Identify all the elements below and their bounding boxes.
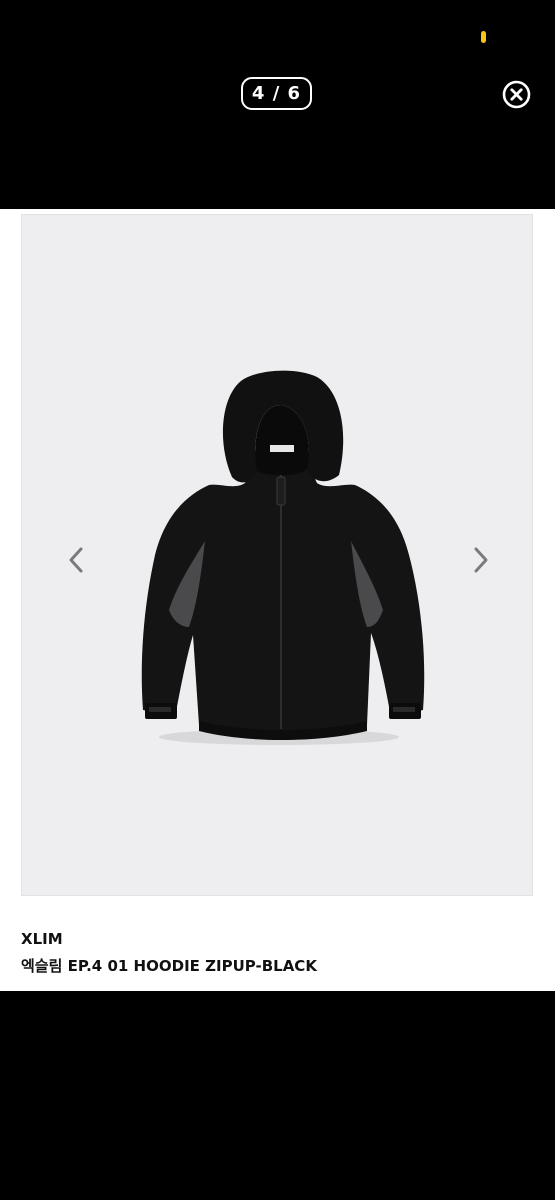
next-image-button[interactable]: [465, 545, 495, 575]
product-name: 엑슬림 EP.4 01 HOODIE ZIPUP-BLACK: [21, 957, 317, 975]
product-brand: XLIM: [21, 930, 63, 948]
product-panel: XLIM 엑슬림 EP.4 01 HOODIE ZIPUP-BLACK: [0, 209, 555, 991]
close-button[interactable]: [502, 80, 531, 109]
previous-image-button[interactable]: [62, 545, 92, 575]
product-photo[interactable]: [21, 214, 533, 896]
status-indicator-icon: [481, 31, 486, 43]
chevron-left-icon: [69, 547, 83, 573]
image-viewer: 4 / 6 XLIM 엑슬림 EP.4 01 HOODIE ZIPUP-BLAC…: [0, 0, 555, 1200]
chevron-right-icon: [474, 547, 488, 573]
black-hoodie-zipup-image: [141, 370, 425, 745]
close-circle-icon: [502, 80, 531, 109]
image-counter: 4 / 6: [241, 77, 312, 110]
